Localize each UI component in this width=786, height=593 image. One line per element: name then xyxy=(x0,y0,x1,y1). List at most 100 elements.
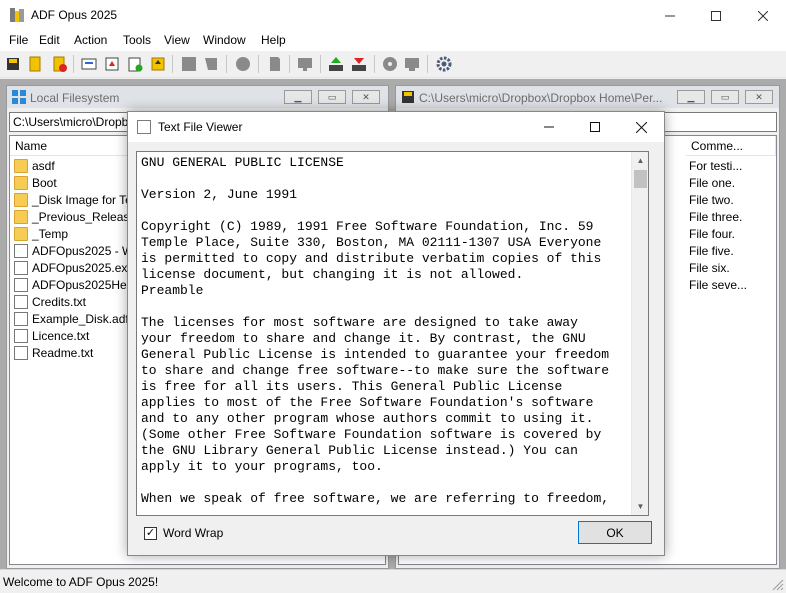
vertical-scrollbar[interactable]: ▲ ▼ xyxy=(631,152,648,515)
list-item-comment[interactable]: File three. xyxy=(689,208,742,225)
menu-tools[interactable]: Tools xyxy=(123,33,151,47)
list-item[interactable]: ADFOpus2025 - W xyxy=(10,242,133,259)
parent-folder-icon[interactable] xyxy=(149,55,167,73)
dialog-minimize-button[interactable] xyxy=(526,112,572,142)
folder-icon xyxy=(14,209,28,224)
list-item[interactable]: _Temp xyxy=(10,225,68,242)
view-list-icon[interactable] xyxy=(234,55,252,73)
right-panel-title: C:\Users\micro\Dropbox\Dropbox Home\Per.… xyxy=(419,91,663,105)
menu-view[interactable]: View xyxy=(164,33,190,47)
maximize-button[interactable] xyxy=(693,0,739,31)
windows-logo-icon xyxy=(12,90,26,104)
list-item[interactable]: ADFOpus2025.exe xyxy=(10,259,134,276)
scroll-thumb[interactable] xyxy=(634,170,647,188)
list-item-comment[interactable]: File six. xyxy=(689,259,730,276)
list-item[interactable]: Credits.txt xyxy=(10,293,86,310)
monitor-icon[interactable] xyxy=(296,55,314,73)
list-item[interactable]: Readme.txt xyxy=(10,344,93,361)
right-panel-close-button[interactable]: ✕ xyxy=(745,90,773,104)
left-panel-minimize-button[interactable]: ▁ xyxy=(284,90,312,104)
right-panel-titlebar[interactable]: C:\Users\micro\Dropbox\Dropbox Home\Per.… xyxy=(396,86,779,108)
delete-icon[interactable] xyxy=(103,55,121,73)
list-item-comment[interactable]: File one. xyxy=(689,174,735,191)
list-item-label: ADFOpus2025Help xyxy=(32,277,137,292)
list-item-comment[interactable]: For testi... xyxy=(689,157,742,174)
list-item-comment[interactable]: File two. xyxy=(689,191,734,208)
toolbar-separator xyxy=(258,55,259,73)
menu-action[interactable]: Action xyxy=(74,33,107,47)
word-wrap-label[interactable]: Word Wrap xyxy=(163,526,223,540)
display-icon[interactable] xyxy=(403,55,421,73)
status-bar: Welcome to ADF Opus 2025! xyxy=(0,569,786,593)
right-panel-minimize-button[interactable]: ▁ xyxy=(677,90,705,104)
minimize-icon: ▁ xyxy=(687,91,695,102)
new-disk-icon[interactable] xyxy=(4,55,22,73)
ok-button[interactable]: OK xyxy=(578,521,652,544)
list-item-comment[interactable]: File seve... xyxy=(689,276,747,293)
upload-icon[interactable] xyxy=(327,55,345,73)
list-item-label: Credits.txt xyxy=(32,294,87,309)
maximize-icon xyxy=(711,10,721,21)
file-text-content: GNU GENERAL PUBLIC LICENSE Version 2, Ju… xyxy=(141,155,610,506)
file-icon xyxy=(14,311,28,326)
close-disk-icon[interactable] xyxy=(50,55,68,73)
word-wrap-toggle[interactable]: ✓ Word Wrap xyxy=(144,526,223,540)
settings-gear-icon[interactable] xyxy=(435,55,453,73)
properties-icon[interactable] xyxy=(80,55,98,73)
download-icon[interactable] xyxy=(350,55,368,73)
list-item-label: asdf xyxy=(32,158,55,173)
scroll-down-arrow-icon[interactable]: ▼ xyxy=(632,498,648,515)
left-panel-titlebar[interactable]: Local Filesystem ▁ ▭ ✕ xyxy=(7,86,388,108)
maximize-icon xyxy=(590,122,600,132)
dialog-maximize-button[interactable] xyxy=(572,112,618,142)
add-file-icon[interactable] xyxy=(126,55,144,73)
main-titlebar: ADF Opus 2025 xyxy=(0,0,786,31)
list-item-label: Readme.txt xyxy=(32,345,94,360)
toolbar-separator xyxy=(374,55,375,73)
file-icon xyxy=(14,277,28,292)
close-button[interactable] xyxy=(740,0,786,31)
open-icon[interactable] xyxy=(26,55,44,73)
minimize-icon: ▁ xyxy=(294,91,302,102)
left-panel-close-button[interactable]: ✕ xyxy=(352,90,380,104)
toolbar-separator xyxy=(172,55,173,73)
menu-window[interactable]: Window xyxy=(203,33,246,47)
dialog-close-button[interactable] xyxy=(618,112,664,142)
view-large-icon[interactable] xyxy=(180,55,198,73)
menu-help[interactable]: Help xyxy=(261,33,286,47)
list-item-label: ADFOpus2025.exe xyxy=(32,260,135,275)
list-item[interactable]: asdf xyxy=(10,157,55,174)
list-item[interactable]: _Previous_Release_ xyxy=(10,208,143,225)
list-item[interactable]: ADFOpus2025Help xyxy=(10,276,136,293)
right-panel-restore-button[interactable]: ▭ xyxy=(711,90,739,104)
list-item[interactable]: Boot xyxy=(10,174,57,191)
comment-column-header[interactable]: Comme... xyxy=(686,136,776,156)
list-item-comment[interactable]: File four. xyxy=(689,225,735,242)
minimize-icon xyxy=(544,126,554,128)
folder-icon xyxy=(14,192,28,207)
list-item-label: _Temp xyxy=(32,226,69,241)
window-icon xyxy=(137,120,151,134)
resize-grip-icon[interactable] xyxy=(770,577,784,591)
left-panel-restore-button[interactable]: ▭ xyxy=(318,90,346,104)
scroll-up-arrow-icon[interactable]: ▲ xyxy=(632,152,648,169)
word-wrap-checkbox[interactable]: ✓ xyxy=(144,526,157,540)
list-item[interactable]: Example_Disk.adf xyxy=(10,310,129,327)
dialog-title: Text File Viewer xyxy=(158,120,243,134)
list-item[interactable]: _Disk Image for Te xyxy=(10,191,132,208)
menu-file[interactable]: File xyxy=(9,33,28,47)
file-icon xyxy=(14,243,28,258)
disc-icon[interactable] xyxy=(381,55,399,73)
toolbar-separator xyxy=(73,55,74,73)
list-item[interactable]: Licence.txt xyxy=(10,327,89,344)
list-item-comment[interactable]: File five. xyxy=(689,242,734,259)
text-viewer-area[interactable]: GNU GENERAL PUBLIC LICENSE Version 2, Ju… xyxy=(136,151,649,516)
dialog-titlebar[interactable]: Text File Viewer xyxy=(128,112,664,142)
minimize-button[interactable] xyxy=(647,0,693,31)
menu-edit[interactable]: Edit xyxy=(39,33,60,47)
restore-icon: ▭ xyxy=(720,91,730,102)
restore-icon: ▭ xyxy=(327,91,337,102)
folder-icon xyxy=(14,226,28,241)
view-small-icon[interactable] xyxy=(202,55,220,73)
view-details-icon[interactable] xyxy=(266,55,284,73)
